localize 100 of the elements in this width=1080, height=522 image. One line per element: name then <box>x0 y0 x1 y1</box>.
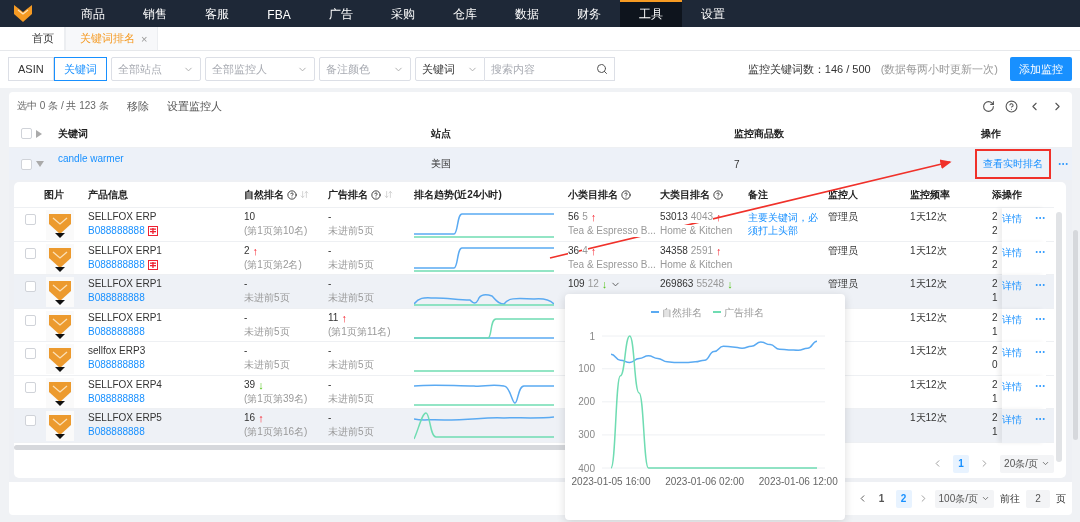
asin-link[interactable]: B088888888 <box>88 258 145 271</box>
frequency-text: 1天12次 <box>910 412 948 425</box>
search-type-select[interactable]: 关键词 <box>414 57 485 82</box>
caret-right-icon[interactable] <box>36 129 42 138</box>
product-name: SELLFOX ERP1 <box>88 311 163 324</box>
goto-field[interactable]: 2 <box>1026 489 1050 508</box>
detail-link[interactable]: 详情 <box>1002 212 1022 227</box>
mode-toggle[interactable]: 关键词 <box>53 57 107 82</box>
help-icon[interactable] <box>287 189 297 200</box>
search-field[interactable]: 搜索内容 <box>484 57 615 82</box>
asin-link[interactable]: B088888888 <box>88 292 145 305</box>
nav-item[interactable]: 数据 <box>496 0 558 28</box>
filter-select[interactable]: 全部监控人 <box>204 57 315 82</box>
rank-note: (第1页第16名) <box>244 426 309 439</box>
row-checkbox[interactable] <box>21 158 32 170</box>
page-number[interactable]: 1 <box>953 454 970 473</box>
nav-item[interactable]: 广告 <box>310 0 372 28</box>
nav-item[interactable]: 仓库 <box>434 0 496 28</box>
select-all-checkbox[interactable] <box>21 128 32 139</box>
added-time: 1 <box>992 292 999 305</box>
column-header: 广告排名 <box>328 187 414 202</box>
keyword-count: 监控关键词数：146 / 500 <box>747 61 871 77</box>
page-size-select[interactable]: 20条/页 <box>1000 454 1054 473</box>
rank-note: 未进前5页 <box>328 392 375 405</box>
filter-select[interactable]: 全部站点 <box>110 57 201 82</box>
column-header: 监控商品数 <box>733 126 785 141</box>
trend-arrow: ↓ <box>258 378 264 391</box>
page-number[interactable]: 2 <box>895 489 912 508</box>
caret-icon[interactable] <box>36 161 44 167</box>
remark-text[interactable]: 主要关键词，必须打上头部 <box>748 211 818 238</box>
nav-item[interactable]: 客服 <box>186 0 248 28</box>
row-checkbox[interactable] <box>25 281 36 293</box>
goto-label: 前往 <box>1000 491 1020 506</box>
detail-link[interactable]: 详情 <box>1002 346 1022 361</box>
legend-item: 自然排名 <box>651 307 702 318</box>
nav-item[interactable]: 财务 <box>558 0 620 28</box>
add-monitor-button[interactable]: 添加监控 <box>1010 57 1072 82</box>
product-name: SELLFOX ERP1 <box>88 278 163 291</box>
help-icon[interactable] <box>621 189 631 200</box>
detail-link[interactable]: 详情 <box>1002 245 1022 260</box>
rank-value: - <box>328 278 332 291</box>
rank-note: 未进前5页 <box>244 359 291 372</box>
row-checkbox[interactable] <box>25 314 36 326</box>
nav-item[interactable]: 商品 <box>62 0 124 28</box>
filter-select[interactable]: 备注颜色 <box>318 57 411 82</box>
rank-value: 16 <box>244 412 256 425</box>
y-tick-label: 200 <box>578 396 595 408</box>
detail-link[interactable]: 详情 <box>1002 413 1022 428</box>
help-icon[interactable] <box>371 189 381 200</box>
close-tab-icon[interactable]: × <box>141 32 148 45</box>
monitor-name: 管理员 <box>828 278 859 291</box>
legend-label: 自然排名 <box>662 307 702 318</box>
mode-toggle[interactable]: ASIN <box>8 57 54 82</box>
frequency-text: 1天12次 <box>910 278 948 291</box>
page-tab[interactable]: 关键词排名 × <box>65 27 159 50</box>
realtime-rank-link[interactable]: 查看实时排名 <box>975 149 1051 179</box>
fox-logo-icon <box>14 5 32 23</box>
rank-value: - <box>328 412 332 425</box>
rank-value: - <box>328 211 332 224</box>
search-icon[interactable] <box>595 63 608 76</box>
nav-item[interactable]: 工具 <box>620 0 682 28</box>
legend-item: 广告排名 <box>713 307 764 318</box>
page-size-select[interactable]: 100条/页 <box>934 489 994 508</box>
help-icon[interactable] <box>713 189 723 200</box>
row-checkbox[interactable] <box>25 348 36 360</box>
nav-item[interactable]: 销售 <box>124 0 186 28</box>
page-scrollbar[interactable] <box>1073 230 1078 440</box>
asin-link[interactable]: B088888888 <box>88 392 145 405</box>
rank-value: - <box>244 311 248 324</box>
column-header: 排名趋势(近24小时) <box>414 187 503 202</box>
x-tick-label: 2023-01-05 16:00 <box>571 476 651 487</box>
toolbar-action[interactable]: 移除 <box>126 98 149 114</box>
asin-link[interactable]: B088888888 <box>88 225 145 238</box>
trend-arrow: ↑ <box>252 244 259 257</box>
detail-link[interactable]: 详情 <box>1002 279 1022 294</box>
asin-link[interactable]: B088888888 <box>88 426 145 439</box>
asin-link[interactable]: B088888888 <box>88 359 145 372</box>
nav-item[interactable]: 设置 <box>682 0 744 28</box>
nav-item[interactable]: FBA <box>248 0 310 28</box>
rank-value: - <box>328 378 332 391</box>
toolbar-action[interactable]: 设置监控人 <box>166 98 222 114</box>
column-header: 关键词 <box>57 126 89 141</box>
detail-link[interactable]: 详情 <box>1002 312 1022 327</box>
vertical-scrollbar[interactable] <box>1056 212 1062 462</box>
page-number[interactable]: 1 <box>873 489 890 508</box>
y-tick-label: 400 <box>578 462 595 474</box>
detail-link[interactable]: 详情 <box>1002 379 1022 394</box>
rank-note: 未进前5页 <box>328 225 375 238</box>
row-checkbox[interactable] <box>25 381 36 393</box>
row-checkbox[interactable] <box>25 214 36 226</box>
asin-link[interactable]: B088888888 <box>88 325 145 338</box>
row-checkbox[interactable] <box>25 247 36 259</box>
nav-item[interactable]: 采购 <box>372 0 434 28</box>
page-unit: 页 <box>1056 491 1066 506</box>
keyword-link[interactable]: candle warmer <box>58 153 124 164</box>
row-checkbox[interactable] <box>25 415 36 427</box>
trend-arrow: ↑ <box>590 211 597 224</box>
help-icon[interactable] <box>1005 99 1018 113</box>
refresh-icon[interactable] <box>982 99 995 113</box>
x-tick-label: 2023-01-06 02:00 <box>665 476 745 487</box>
